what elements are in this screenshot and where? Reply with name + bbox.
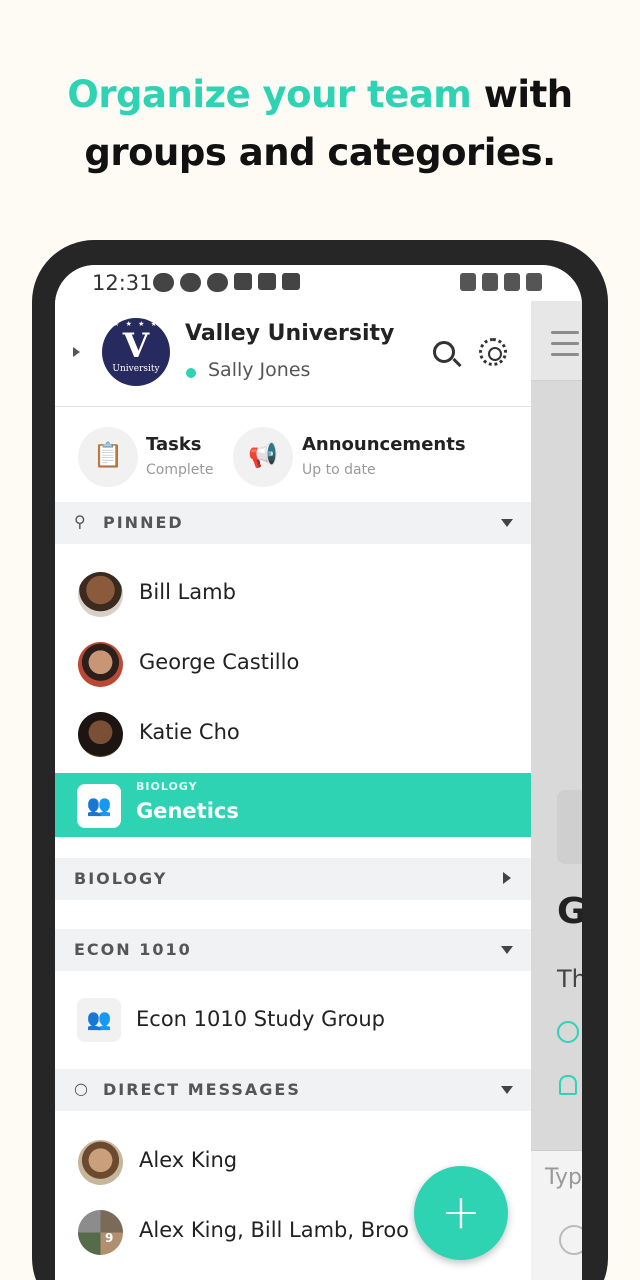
section-biology[interactable]: BIOLOGY: [55, 858, 531, 900]
plus-icon: +: [440, 1184, 482, 1240]
list-item-label: George Castillo: [139, 650, 300, 674]
sidebar-drawer: ★ ★ ★ ★ V University Valley University S…: [55, 301, 531, 1280]
signal-icon: [504, 273, 520, 291]
expand-icon[interactable]: [503, 872, 511, 884]
tasks-subtitle: Complete: [146, 462, 214, 478]
search-icon[interactable]: [433, 341, 455, 363]
group-avatar: 9: [78, 1210, 123, 1255]
collapse-icon[interactable]: [501, 1086, 513, 1094]
expand-caret-icon[interactable]: [73, 347, 80, 357]
avatar: [78, 712, 123, 757]
list-item-label: Alex King, Bill Lamb, Broo: [139, 1218, 410, 1242]
avatar: [78, 1140, 123, 1185]
tasks-button[interactable]: 📋: [78, 427, 138, 487]
headline-line2: groups and categories.: [84, 131, 556, 174]
chat-icon: [207, 273, 228, 292]
list-item[interactable]: Katie Cho: [55, 699, 531, 769]
close-box-icon: [282, 273, 300, 290]
drawer-header: ★ ★ ★ ★ V University Valley University S…: [55, 301, 531, 407]
announcements-title[interactable]: Announcements: [302, 434, 466, 455]
collapse-icon[interactable]: [501, 946, 513, 954]
tasks-title[interactable]: Tasks: [146, 434, 202, 455]
notification-icons: [153, 273, 300, 292]
wifi-icon: [482, 273, 498, 291]
collapse-icon[interactable]: [501, 519, 513, 527]
logo-text: University: [112, 364, 160, 374]
bell-icon: [559, 1075, 577, 1095]
group-count: 9: [105, 1231, 114, 1245]
list-item-label: Katie Cho: [139, 720, 240, 744]
headline-rest: with: [471, 73, 573, 116]
group-icon: 👥: [77, 784, 121, 828]
new-message-button[interactable]: +: [414, 1166, 508, 1260]
gmail-icon: [234, 273, 252, 290]
quick-actions: 📋 Tasks Complete 📢 Announcements Up to d…: [55, 407, 531, 503]
section-econ[interactable]: ECON 1010: [55, 929, 531, 971]
list-item-label: Econ 1010 Study Group: [136, 1007, 386, 1031]
avatar: [78, 642, 123, 687]
add-user-icon: [557, 1021, 579, 1043]
user-name: Sally Jones: [208, 359, 311, 381]
menu-icon[interactable]: [551, 331, 579, 364]
announcements-subtitle: Up to date: [302, 462, 376, 478]
section-biology-title: BIOLOGY: [74, 869, 168, 888]
background-title: G: [557, 891, 582, 932]
phone-screen: 12:31 G Th Typ ★ ★ ★ ★ V University Vall…: [55, 265, 582, 1280]
marketing-headline: Organize your team with groups and categ…: [0, 66, 640, 182]
chat-icon: [180, 273, 201, 292]
system-icons: [460, 273, 542, 291]
add-attachment-icon: [559, 1225, 582, 1255]
section-direct-messages[interactable]: ○ DIRECT MESSAGES: [55, 1069, 531, 1111]
list-item[interactable]: Bill Lamb: [55, 559, 531, 629]
headline-accent: Organize your team: [67, 73, 472, 116]
group-icon: 👥: [77, 998, 121, 1042]
avatar: [78, 572, 123, 617]
announcements-button[interactable]: 📢: [233, 427, 293, 487]
list-item-label: Alex King: [139, 1148, 238, 1172]
gear-icon[interactable]: [479, 338, 507, 366]
chat-bubble-icon: ○: [74, 1079, 88, 1098]
status-time: 12:31: [92, 271, 153, 295]
group-name: Genetics: [136, 799, 239, 823]
megaphone-icon: 📢: [248, 441, 278, 469]
active-group-genetics[interactable]: 👥 BIOLOGY Genetics: [55, 773, 531, 837]
background-avatar: [557, 790, 582, 864]
image-icon: [258, 273, 276, 290]
message-input-placeholder: Typ: [545, 1165, 582, 1190]
list-item-label: Bill Lamb: [139, 580, 236, 604]
status-bar: 12:31: [55, 265, 582, 301]
section-pinned[interactable]: ⚲ PINNED: [55, 502, 531, 544]
section-pinned-title: PINNED: [103, 513, 184, 532]
section-econ-title: ECON 1010: [74, 940, 192, 959]
chat-icon: [153, 273, 174, 292]
battery-icon: [526, 273, 542, 291]
logo-letter: V: [122, 326, 150, 366]
clipboard-icon: 📋: [93, 441, 123, 469]
list-item[interactable]: 👥 Econ 1010 Study Group: [55, 986, 531, 1056]
list-item[interactable]: George Castillo: [55, 629, 531, 699]
org-logo[interactable]: ★ ★ ★ ★ V University: [102, 318, 170, 386]
group-category: BIOLOGY: [136, 780, 198, 793]
pin-icon: ⚲: [74, 512, 86, 531]
mute-icon: [460, 273, 476, 291]
org-name[interactable]: Valley University: [185, 321, 394, 346]
online-status-icon: [186, 368, 196, 378]
section-dm-title: DIRECT MESSAGES: [103, 1080, 301, 1099]
background-subtitle: Th: [557, 965, 582, 993]
